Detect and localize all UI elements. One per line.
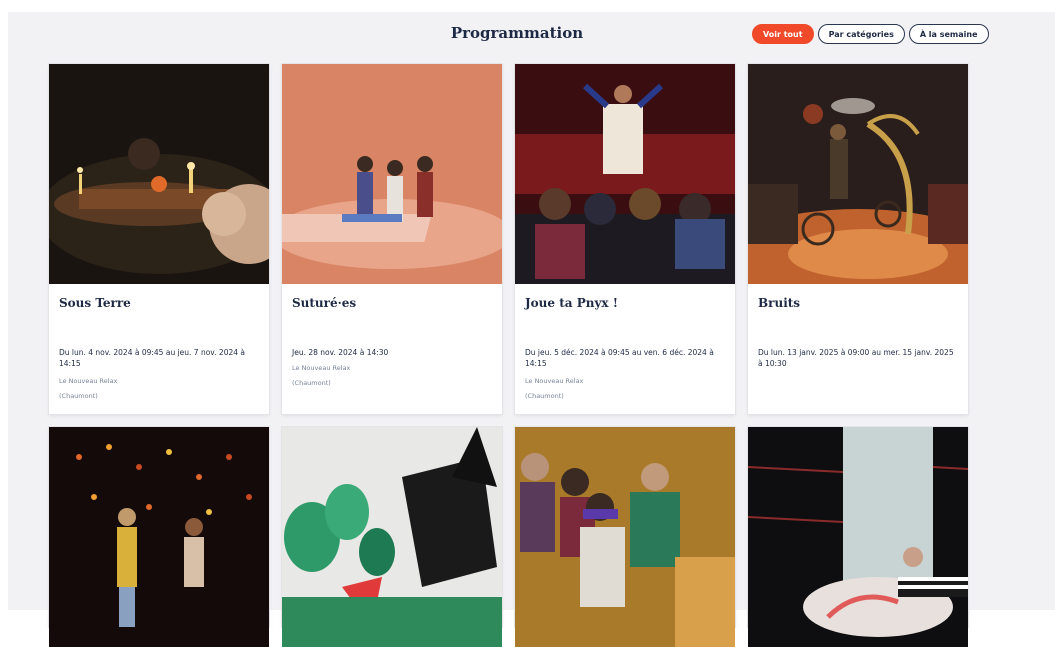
event-card[interactable]: [515, 427, 735, 647]
event-city: (Chaumont): [59, 392, 98, 400]
event-card[interactable]: [748, 427, 968, 647]
event-image[interactable]: [515, 64, 735, 284]
event-card[interactable]: [282, 427, 502, 647]
event-card[interactable]: Suturé·es Jeu. 28 nov. 2024 à 14:30 Le N…: [282, 64, 502, 414]
filter-week-button[interactable]: À la semaine: [908, 24, 989, 44]
event-card[interactable]: Joue ta Pnyx ! Du jeu. 5 déc. 2024 à 09:…: [515, 64, 735, 414]
event-venue: Le Nouveau Relax: [292, 364, 351, 372]
event-venue: Le Nouveau Relax: [525, 377, 584, 385]
event-title[interactable]: Joue ta Pnyx !: [525, 296, 618, 310]
event-card[interactable]: Bruits Du lun. 13 janv. 2025 à 09:00 au …: [748, 64, 968, 414]
filter-categories-button[interactable]: Par catégories: [817, 24, 905, 44]
event-image[interactable]: [49, 427, 269, 647]
event-card[interactable]: [49, 427, 269, 647]
event-date: Du lun. 13 janv. 2025 à 09:00 au mer. 15…: [758, 348, 954, 368]
event-venue: Le Nouveau Relax: [59, 377, 118, 385]
filter-bar: Voir tout Par catégories À la semaine: [752, 24, 989, 44]
event-date: Du jeu. 5 déc. 2024 à 09:45 au ven. 6 dé…: [525, 348, 714, 368]
event-city: (Chaumont): [525, 392, 564, 400]
event-image[interactable]: [282, 64, 502, 284]
event-date: Jeu. 28 nov. 2024 à 14:30: [292, 348, 389, 357]
event-image[interactable]: [748, 64, 968, 284]
event-title[interactable]: Suturé·es: [292, 296, 356, 310]
event-image[interactable]: [515, 427, 735, 647]
event-city: (Chaumont): [292, 379, 331, 387]
event-title[interactable]: Bruits: [758, 296, 800, 310]
event-image[interactable]: [282, 427, 502, 647]
event-image[interactable]: [49, 64, 269, 284]
filter-all-button[interactable]: Voir tout: [752, 24, 814, 44]
event-title[interactable]: Sous Terre: [59, 296, 131, 310]
event-date: Du lun. 4 nov. 2024 à 09:45 au jeu. 7 no…: [59, 348, 245, 368]
event-card[interactable]: Sous Terre Du lun. 4 nov. 2024 à 09:45 a…: [49, 64, 269, 414]
event-image[interactable]: [748, 427, 968, 647]
